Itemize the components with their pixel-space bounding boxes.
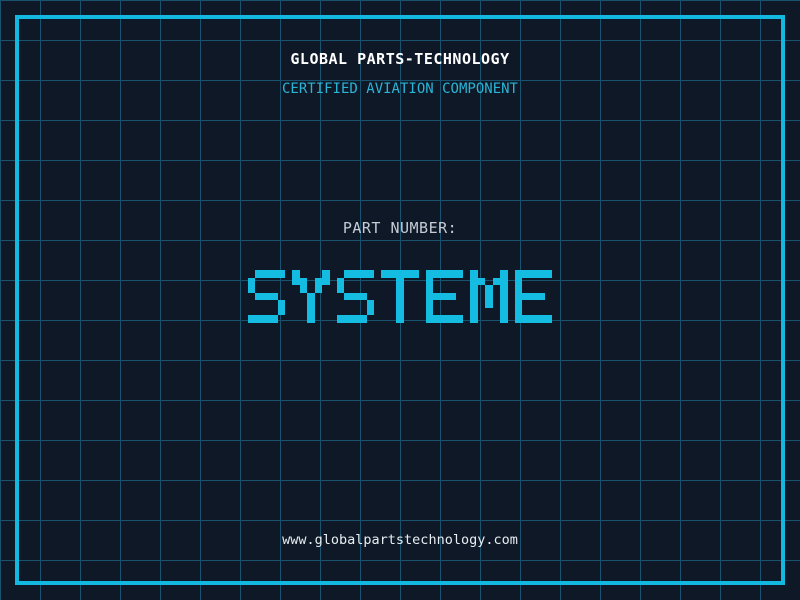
- certification-subtitle: CERTIFIED AVIATION COMPONENT: [281, 81, 518, 97]
- part-number-letter: [247, 270, 286, 323]
- part-number-letter: [514, 270, 553, 323]
- part-number-label: PART NUMBER:: [342, 219, 458, 237]
- part-number-letter: [470, 270, 508, 323]
- website-url: www.globalpartstechnology.com: [282, 532, 518, 548]
- part-number-letter: [292, 270, 330, 323]
- part-number-display: [0, 270, 800, 323]
- part-number-letter: [381, 270, 419, 323]
- blueprint-grid-background: GLOBAL PARTS-TECHNOLOGY CERTIFIED AVIATI…: [0, 0, 800, 600]
- part-number-letter: [336, 270, 375, 323]
- part-number-letter: [425, 270, 464, 323]
- brand-title: GLOBAL PARTS-TECHNOLOGY: [290, 50, 510, 68]
